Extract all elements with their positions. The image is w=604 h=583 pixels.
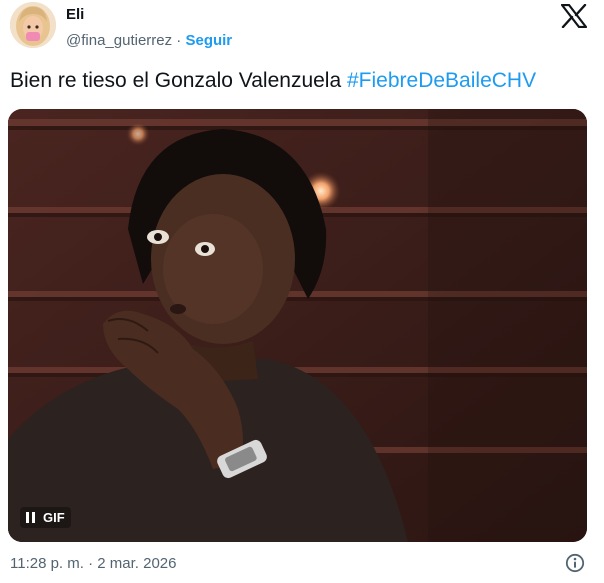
- tweet-timestamp[interactable]: 11:28 p. m. · 2 mar. 2026: [10, 555, 176, 572]
- user-handle[interactable]: @fina_gutierrez: [66, 32, 172, 49]
- avatar[interactable]: [10, 2, 56, 48]
- gif-frame-illustration: [8, 109, 587, 542]
- tweet-gif-media[interactable]: GIF: [8, 109, 587, 542]
- follow-button[interactable]: Seguir: [185, 32, 232, 49]
- tweet-body-text: Bien re tieso el Gonzalo Valenzuela: [10, 69, 342, 92]
- gif-label: GIF: [43, 510, 65, 525]
- hashtag-link[interactable]: #FiebreDeBaileCHV: [347, 69, 536, 92]
- pause-icon[interactable]: [26, 512, 35, 523]
- x-logo-icon[interactable]: [560, 3, 588, 29]
- display-name[interactable]: Eli: [66, 6, 84, 23]
- separator-dot: ·: [176, 32, 182, 49]
- handle-row: @fina_gutierrez · Seguir: [66, 32, 232, 49]
- tweet-embed-card: Eli @fina_gutierrez · Seguir Bien re tie…: [0, 0, 604, 583]
- tweet-text: Bien re tieso el Gonzalo Valenzuela #Fie…: [10, 67, 536, 95]
- gif-badge: GIF: [20, 507, 71, 528]
- memoji-avatar-icon: [10, 2, 56, 48]
- info-icon[interactable]: [565, 553, 585, 573]
